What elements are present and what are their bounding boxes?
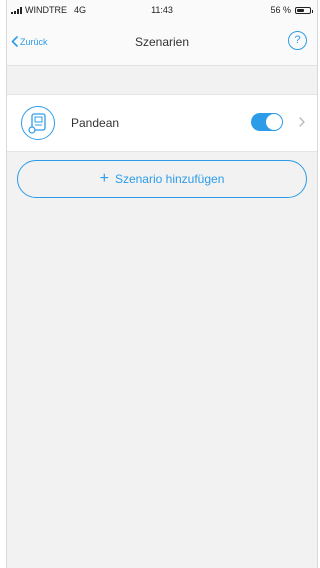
plus-icon: + [99, 170, 109, 187]
toggle-knob [266, 114, 282, 130]
navigation-bar: Zurück Szenarien ? [7, 20, 317, 66]
page-title: Szenarien [134, 35, 190, 49]
help-icon: ? [294, 34, 301, 46]
scenario-device-icon [21, 106, 55, 140]
add-scenario-button[interactable]: + Szenario hinzufügen [17, 160, 307, 198]
help-button[interactable]: ? [288, 31, 307, 50]
battery-icon [295, 6, 313, 14]
chevron-right-icon [299, 116, 305, 130]
battery-percent: 56 % [270, 5, 291, 15]
battery-fill [297, 8, 304, 12]
status-bar: WINDTRE 4G 11:43 56 % [7, 0, 317, 20]
add-scenario-label: Szenario hinzufügen [114, 172, 225, 186]
scenario-enabled-toggle[interactable] [251, 113, 283, 131]
scenario-name: Pandean [71, 116, 120, 130]
scenario-list-item[interactable]: Pandean [7, 94, 317, 152]
status-right: 56 % [270, 5, 313, 15]
app-screen: WINDTRE 4G 11:43 56 % Zurück Szenarien ? [6, 0, 318, 568]
